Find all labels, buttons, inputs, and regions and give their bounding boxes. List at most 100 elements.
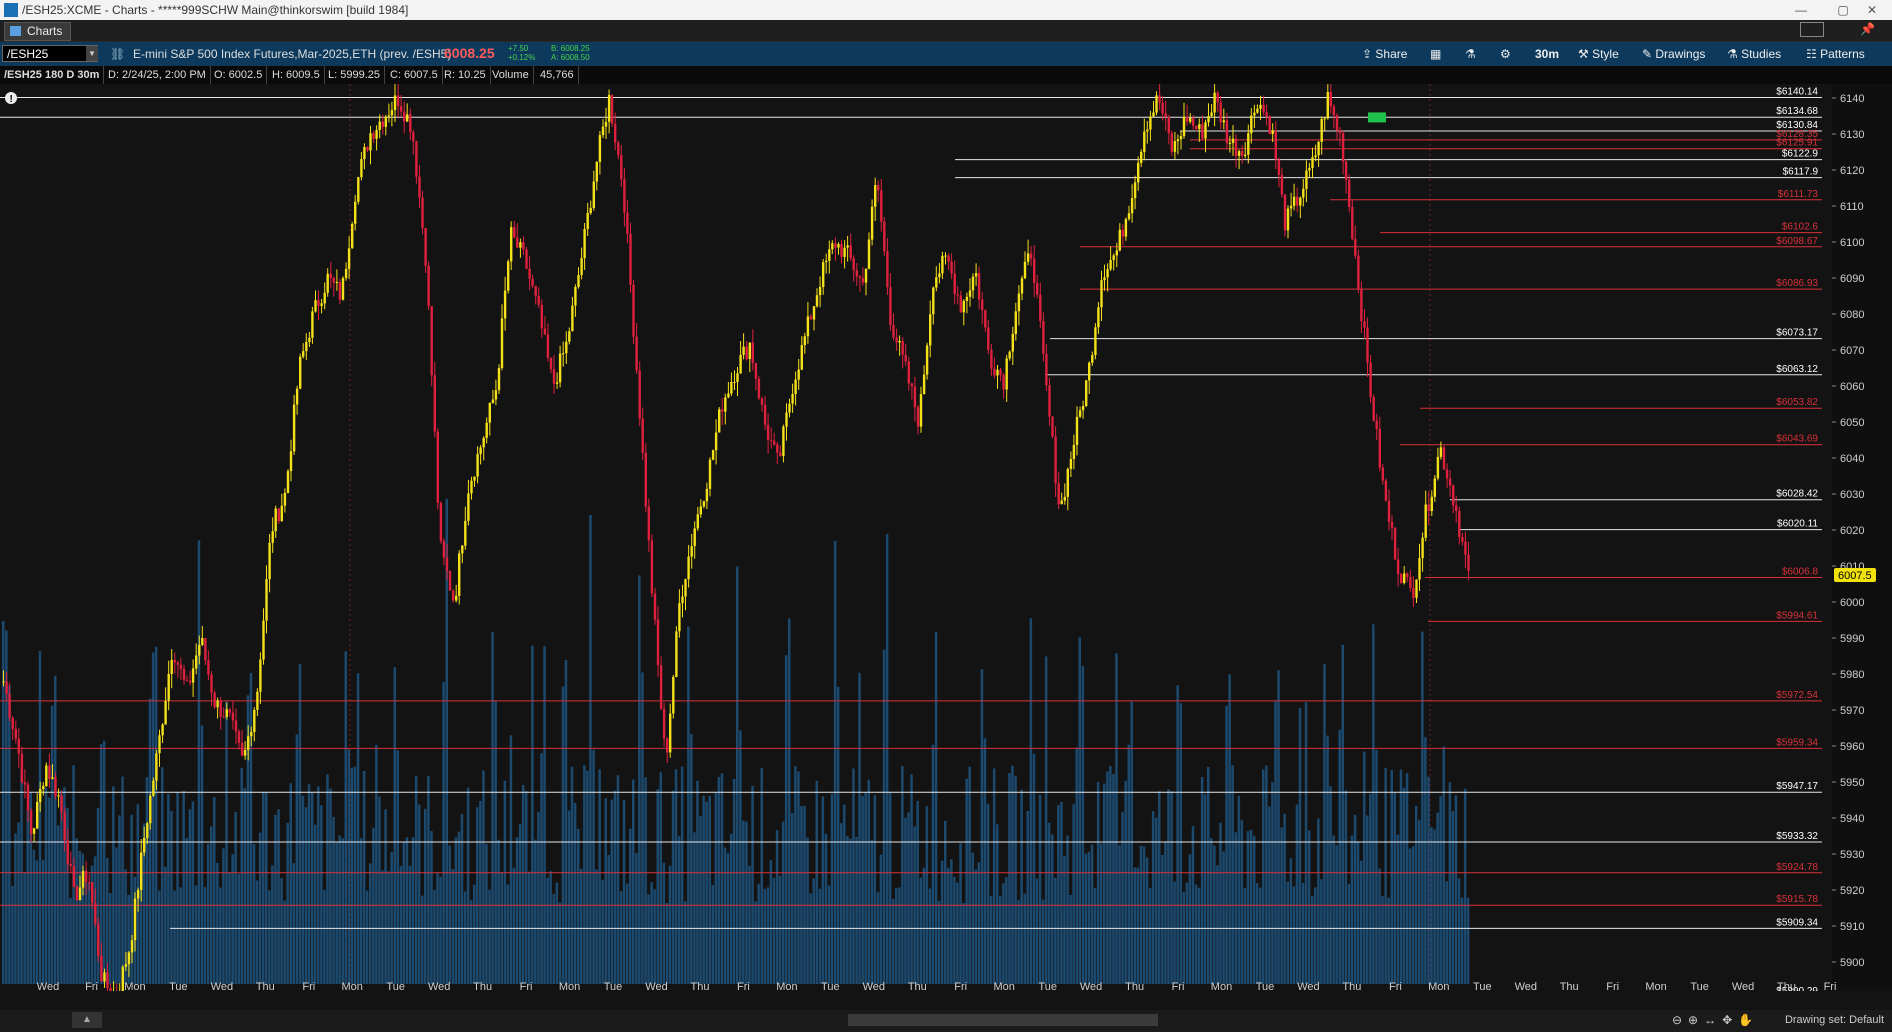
collapse-icon[interactable]: ▲ <box>72 1012 102 1028</box>
x-axis-tick-label: Mon <box>776 981 797 991</box>
candle-body <box>1433 478 1436 497</box>
volume-bar <box>1103 783 1106 984</box>
volume-bar <box>1249 829 1253 984</box>
candle-body <box>326 273 329 293</box>
close-button[interactable]: ✕ <box>1852 0 1892 20</box>
volume-bar <box>78 851 81 984</box>
timeframe-button[interactable]: 30m <box>1535 46 1559 62</box>
minimize-button[interactable]: — <box>1778 0 1824 20</box>
volume-bar <box>356 673 360 984</box>
candle-body <box>1323 118 1326 120</box>
candle-body <box>592 181 595 208</box>
link-icon[interactable]: ⛓ <box>110 47 125 61</box>
volume-bar <box>1353 814 1357 984</box>
candle-body <box>216 700 219 708</box>
candle-body <box>828 249 831 261</box>
drawings-button[interactable]: ✎ Drawings <box>1642 46 1705 62</box>
candle-body <box>100 955 103 982</box>
candle-body <box>176 662 180 665</box>
candle-body <box>708 459 712 489</box>
volume-bar <box>1164 841 1167 984</box>
price-chart[interactable]: $6140.14$6134.68$6130.84$6128.35$6125.91… <box>0 81 1892 1014</box>
candle-body <box>1161 102 1164 114</box>
share-button[interactable]: ⇪ Share <box>1362 46 1407 62</box>
volume-bar <box>555 882 559 984</box>
candle-body <box>555 382 559 384</box>
candle-body <box>1023 261 1027 279</box>
symbol-input[interactable]: /ESH25 <box>2 45 98 62</box>
patterns-button[interactable]: ☷ Patterns <box>1806 46 1865 62</box>
volume-bar <box>1311 896 1314 984</box>
bar-range: R: 10.25 <box>440 66 491 84</box>
candle-body <box>696 514 699 529</box>
candle-body <box>825 260 828 263</box>
candle-body <box>256 691 259 710</box>
window-layout-icon[interactable] <box>1800 22 1824 37</box>
symbol-dropdown-icon[interactable]: ▼ <box>86 46 98 61</box>
volume-bar <box>1096 782 1100 984</box>
horizontal-scrollbar[interactable] <box>848 1014 1158 1026</box>
candle-body <box>1213 92 1216 113</box>
volume-bar <box>1384 767 1387 984</box>
candle-body <box>1127 213 1131 220</box>
y-axis-tick-label: 5960 <box>1840 741 1864 753</box>
zoom-controls[interactable]: ⊖⊕↔✥✋ <box>1672 1013 1759 1027</box>
style-button[interactable]: ⚒ Style <box>1578 46 1619 62</box>
candle-body <box>155 753 158 781</box>
candle-body <box>231 712 235 721</box>
volume-bar <box>442 682 445 984</box>
flask-icon[interactable]: ⚗ <box>1465 46 1476 62</box>
candle-body <box>265 579 268 621</box>
volume-bar <box>775 830 779 984</box>
x-axis-tick-label: Mon <box>993 981 1014 991</box>
volume-bar <box>1130 701 1133 984</box>
candle-body <box>399 106 403 112</box>
grid-icon[interactable]: ▦ <box>1430 46 1441 62</box>
candle-body <box>1320 119 1323 142</box>
candle-body <box>950 261 953 274</box>
volume-bar <box>836 686 840 984</box>
gear-icon[interactable]: ⚙ <box>1500 46 1511 62</box>
candle-body <box>711 450 715 460</box>
volume-bar <box>830 793 834 984</box>
chart-area[interactable]: $6140.14 $6134.68 $6130.84 $6128.35 $6125.91… <box>0 81 1892 1014</box>
price-level-label: $5933.32 <box>1776 831 1818 842</box>
volume-bar <box>800 805 803 984</box>
x-axis-tick-label: Thu <box>908 981 927 991</box>
volume-bar <box>1396 834 1400 984</box>
candle-body <box>565 341 568 354</box>
candle-body <box>641 418 644 453</box>
candle-body <box>5 681 8 694</box>
volume-bar <box>1075 747 1078 984</box>
bar-high: H: 6009.5 <box>268 66 325 84</box>
pin-icon[interactable]: 📌 <box>1860 22 1875 36</box>
candle-body <box>681 596 684 604</box>
x-axis-tick-label: Wed <box>211 981 233 991</box>
tab-charts[interactable]: Charts <box>4 22 72 41</box>
volume-bar <box>1277 670 1280 984</box>
volume-bar <box>852 768 855 984</box>
candle-body <box>1106 269 1109 278</box>
candle-body <box>75 886 79 900</box>
volume-bar <box>197 540 201 984</box>
studies-button[interactable]: ⚗ Studies <box>1727 46 1781 62</box>
volume-bar <box>708 795 711 984</box>
volume-bar <box>32 849 36 984</box>
candle-body <box>1036 283 1039 295</box>
volume-bar <box>720 773 724 984</box>
candle-body <box>412 132 415 142</box>
volume-bar <box>476 807 479 984</box>
volume-bar <box>601 880 604 984</box>
candle-body <box>381 121 384 127</box>
volume-bar <box>417 804 421 984</box>
volume-bar <box>384 809 387 984</box>
volume-bar <box>1262 769 1265 984</box>
x-axis-tick-label: Wed <box>1297 981 1319 991</box>
candle-body <box>1326 92 1329 119</box>
candle-body <box>1143 131 1146 152</box>
volume-bar <box>757 883 760 984</box>
volume-bar <box>491 631 494 984</box>
candle-body <box>993 368 996 376</box>
volume-bar <box>693 832 696 984</box>
candle-body <box>1409 577 1412 588</box>
